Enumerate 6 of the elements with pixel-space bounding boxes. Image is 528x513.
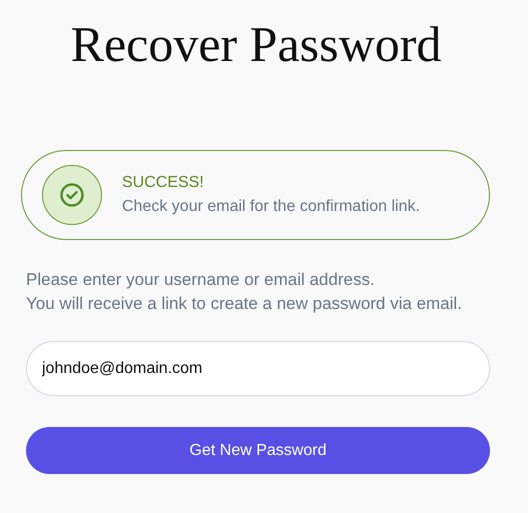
alert-message: Check your email for the confirmation link. <box>122 198 420 216</box>
page-title: Recover Password <box>70 15 442 69</box>
get-new-password-button[interactable]: Get New Password <box>26 427 490 474</box>
instruction-text: Please enter your username or email address. <box>26 269 376 291</box>
instruction-text: You will receive a link to create a new password via email. <box>26 293 463 315</box>
alert-heading: SUCCESS! <box>122 174 205 192</box>
